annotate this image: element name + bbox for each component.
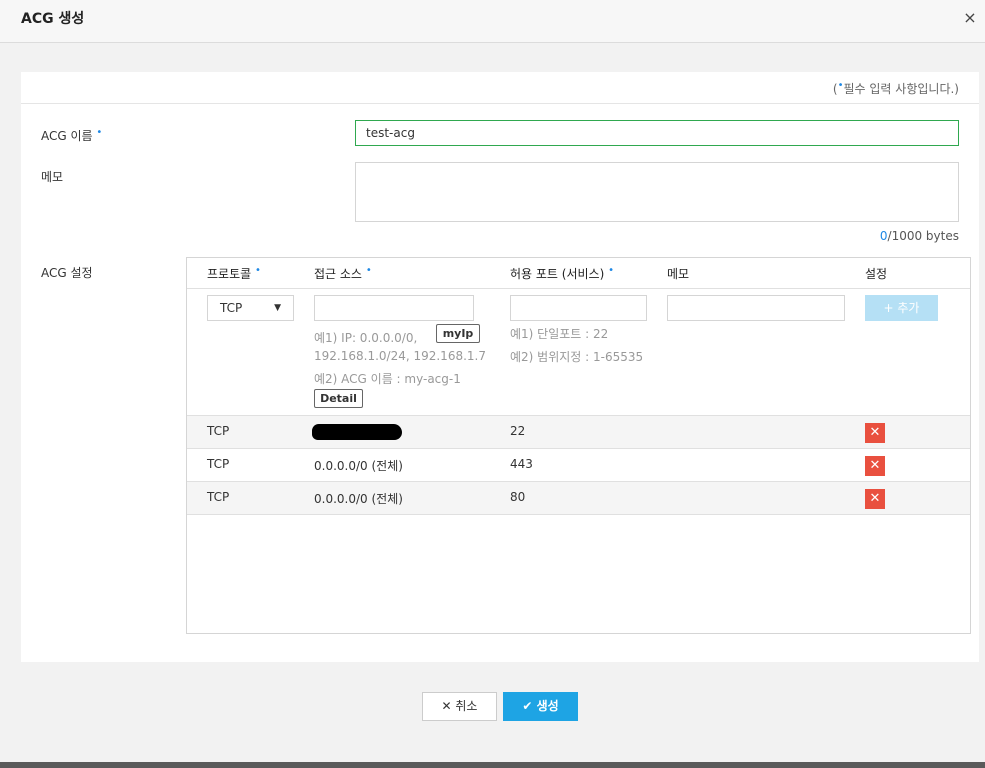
required-dot-icon: • xyxy=(255,265,261,276)
protocol-select-value: TCP xyxy=(220,301,243,315)
caret-down-icon: ▼ xyxy=(274,303,281,313)
port-input[interactable] xyxy=(510,295,647,321)
form-card: (•필수 입력 사항입니다.) ACG 이름 • 메모 0/1000 bytes… xyxy=(21,72,979,662)
acg-name-input[interactable] xyxy=(355,120,959,146)
required-dot-icon: • xyxy=(608,265,615,276)
required-note: (•필수 입력 사항입니다.) xyxy=(833,80,959,97)
acg-settings-label: ACG 설정 xyxy=(41,266,93,280)
source-input[interactable] xyxy=(314,295,474,321)
close-icon[interactable]: × xyxy=(961,9,979,27)
header-settings: 설정 xyxy=(865,267,888,281)
check-icon: ✔ xyxy=(522,699,533,713)
row-port: 80 xyxy=(510,490,526,504)
port-hint-2: 예2) 범위지정 : 1-65535 xyxy=(510,350,644,364)
source-hint-2: 192.168.1.0/24, 192.168.1.7 xyxy=(314,349,486,363)
header-port-text: 허용 포트 (서비스) xyxy=(510,267,605,281)
table-row: TCP 22 ✕ xyxy=(187,416,970,449)
delete-icon[interactable]: ✕ xyxy=(865,489,885,509)
acg-rules-table: 프로토콜 • 접근 소스 • 허용 포트 (서비스) • 메모 설정 TCP ▼… xyxy=(186,257,971,634)
header-protocol: 프로토콜 • xyxy=(207,265,261,282)
header-source: 접근 소스 • xyxy=(314,265,372,282)
memo-textarea[interactable] xyxy=(355,162,959,222)
detail-button[interactable]: Detail xyxy=(314,389,363,408)
redacted-source xyxy=(312,424,402,440)
row-protocol: TCP xyxy=(207,490,230,504)
required-dot-icon: • xyxy=(96,127,103,138)
create-button-label: 생성 xyxy=(536,699,559,713)
bottom-bar xyxy=(0,762,985,768)
port-hint-1: 예1) 단일포트 : 22 xyxy=(510,327,609,341)
table-row: TCP 0.0.0.0/0 (전체) 443 ✕ xyxy=(187,449,970,482)
source-hint-3: 예2) ACG 이름 : my-acg-1 xyxy=(314,372,461,386)
header-protocol-text: 프로토콜 xyxy=(207,267,252,281)
header-port: 허용 포트 (서비스) • xyxy=(510,265,614,282)
delete-icon[interactable]: ✕ xyxy=(865,456,885,476)
header-source-text: 접근 소스 xyxy=(314,267,362,281)
divider xyxy=(21,103,979,104)
byte-current: 0 xyxy=(879,229,888,243)
myip-button[interactable]: myIp xyxy=(436,324,480,343)
byte-counter: 0/1000 bytes xyxy=(880,229,959,243)
rule-memo-input[interactable] xyxy=(667,295,845,321)
acg-name-label-text: ACG 이름 xyxy=(41,129,93,143)
acg-name-label: ACG 이름 • xyxy=(41,127,102,144)
table-row: TCP 0.0.0.0/0 (전체) 80 ✕ xyxy=(187,482,970,515)
cancel-button-label: 취소 xyxy=(455,699,478,713)
header-memo: 메모 xyxy=(667,267,690,281)
memo-label: 메모 xyxy=(41,170,64,184)
table-header: 프로토콜 • 접근 소스 • 허용 포트 (서비스) • 메모 설정 xyxy=(187,258,970,289)
x-icon: ✕ xyxy=(441,699,452,713)
create-button[interactable]: ✔ 생성 xyxy=(503,692,578,721)
required-dot-icon: • xyxy=(365,265,372,276)
row-protocol: TCP xyxy=(207,457,230,471)
dialog-title: ACG 생성 xyxy=(21,11,85,27)
dialog-header: ACG 생성 × xyxy=(0,0,985,43)
required-note-text: 필수 입력 사항입니다.) xyxy=(843,82,960,96)
acg-create-dialog: ACG 생성 × (•필수 입력 사항입니다.) ACG 이름 • 메모 0/1… xyxy=(0,0,985,762)
row-protocol: TCP xyxy=(207,424,230,438)
row-port: 22 xyxy=(510,424,526,438)
delete-icon[interactable]: ✕ xyxy=(865,423,885,443)
byte-max: /1000 bytes xyxy=(887,229,959,243)
protocol-select[interactable]: TCP ▼ xyxy=(207,295,294,321)
add-rule-button[interactable]: + 추가 xyxy=(865,295,938,321)
row-port: 443 xyxy=(510,457,533,471)
row-source: 0.0.0.0/0 (전체) xyxy=(314,492,403,506)
cancel-button[interactable]: ✕ 취소 xyxy=(422,692,497,721)
add-rule-row: TCP ▼ myIp 예1) IP: 0.0.0.0/0, 192.168.1.… xyxy=(187,289,970,416)
row-source: 0.0.0.0/0 (전체) xyxy=(314,459,403,473)
